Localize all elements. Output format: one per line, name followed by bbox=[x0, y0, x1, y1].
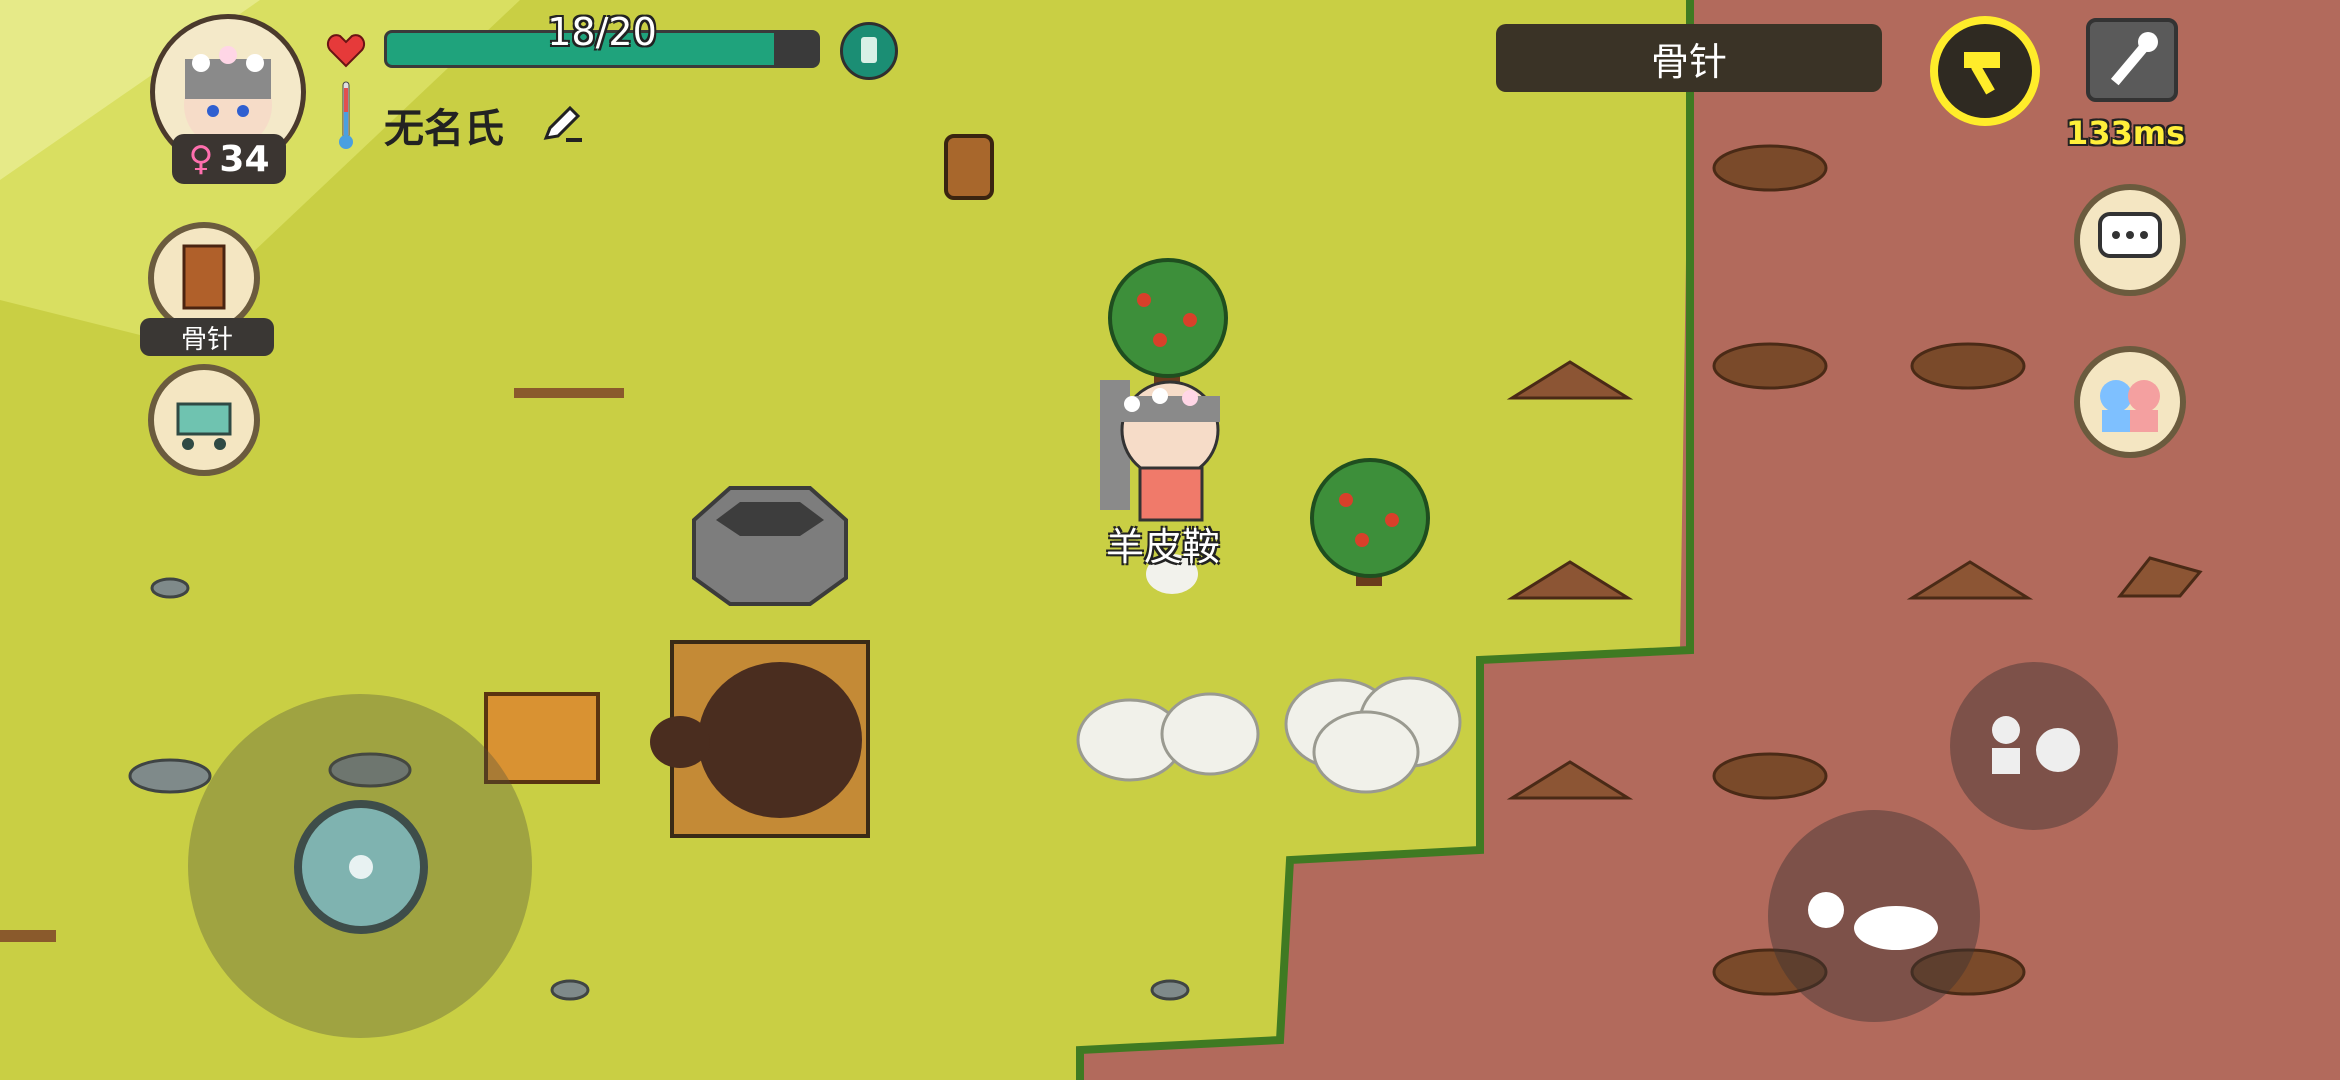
heart-icon bbox=[326, 34, 366, 68]
age-badge: ♀ 34 bbox=[172, 134, 286, 184]
hand-interact-icon[interactable] bbox=[1768, 810, 1980, 1022]
stone-well bbox=[692, 486, 848, 606]
punch-icon[interactable] bbox=[1950, 662, 2118, 830]
held-tool-label: 骨针 bbox=[140, 318, 274, 356]
network-ping: 133ms bbox=[2066, 114, 2186, 152]
gender-icon: ♀ bbox=[188, 139, 214, 179]
friends-icon[interactable] bbox=[2074, 346, 2186, 458]
thermometer-icon bbox=[339, 81, 353, 149]
held-item-title: 骨针 bbox=[1496, 24, 1882, 92]
shop-cart-icon[interactable] bbox=[148, 364, 260, 476]
health-text: 18/20 bbox=[547, 10, 657, 54]
character-item-label: 羊皮鞍 bbox=[1106, 525, 1221, 569]
age-value: 34 bbox=[219, 138, 270, 180]
wooden-cart bbox=[484, 692, 600, 784]
hammer-icon[interactable] bbox=[1930, 16, 2040, 126]
barrel bbox=[944, 134, 994, 200]
joystick-thumb[interactable] bbox=[294, 800, 428, 934]
player-name: 无名氏 bbox=[384, 106, 504, 152]
bear-rug bbox=[650, 640, 870, 838]
food-jar-icon[interactable] bbox=[840, 22, 898, 80]
chat-bubble-icon[interactable] bbox=[2074, 184, 2186, 296]
wrench-icon[interactable] bbox=[2086, 18, 2178, 102]
pencil-icon[interactable] bbox=[540, 100, 586, 146]
